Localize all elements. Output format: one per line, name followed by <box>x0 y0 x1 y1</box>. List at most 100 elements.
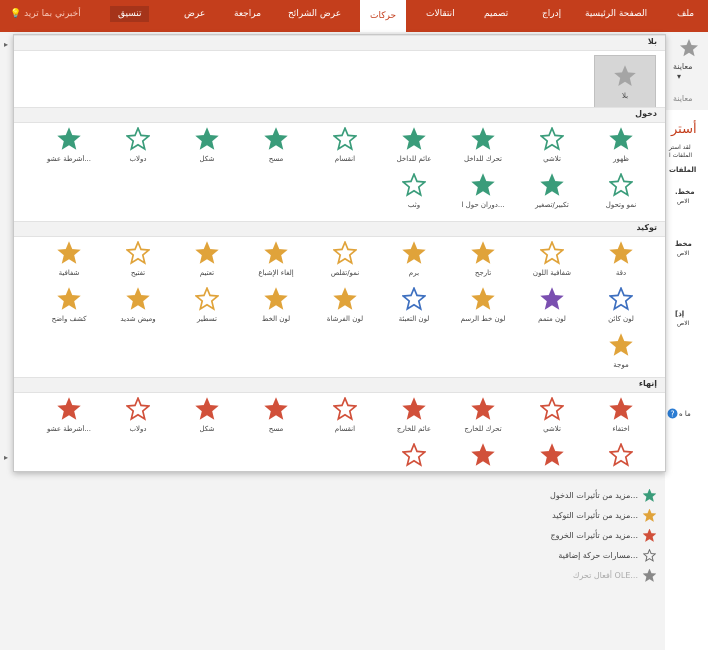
exit-star-icon <box>471 443 495 466</box>
item-label: ظهور <box>613 155 629 163</box>
more-effects-menu-item[interactable]: مزيد من تأثيرات الدخول... <box>480 488 660 506</box>
emphasis-effect-item[interactable]: لون متمم <box>517 281 587 337</box>
tell-me-box[interactable]: 💡 أخبرني بما تريد <box>10 9 81 19</box>
item-label: لون الفرشاة <box>326 315 364 323</box>
preview-star-icon[interactable] <box>679 38 699 58</box>
entrance-effect-item[interactable]: تكبير/تصغير <box>517 167 587 223</box>
item-label: أشرطة عشو... <box>47 425 91 433</box>
entrance-effect-item[interactable]: شكل <box>172 121 242 177</box>
tab-review[interactable]: مراجعة <box>234 9 261 19</box>
more-effects-menu-item[interactable]: أفعال تحرك OLE... <box>480 568 660 586</box>
emphasis-effect-item[interactable]: موجة <box>586 327 656 383</box>
item-label: لون التعبئة <box>398 315 430 323</box>
exit-effect-item[interactable]: انقسام <box>310 391 380 447</box>
emphasis-star-icon <box>57 241 81 264</box>
status-bar <box>560 604 660 614</box>
entrance-star-icon <box>540 173 564 196</box>
animation-gallery: بلا بلا دخول ظهور تلاشي تحرك للداخل عائم لل… <box>13 34 666 472</box>
more-effects-menu-item[interactable]: مسارات حركة إضافية... <box>480 548 660 566</box>
emphasis-effect-item[interactable]: وميض شديد <box>103 281 173 337</box>
item-label: عائم للخارج <box>396 425 432 433</box>
emphasis-effect-item[interactable]: كشف واضح <box>34 281 104 337</box>
entrance-effect-item[interactable]: وثب <box>379 167 449 223</box>
help-icon[interactable]: ? <box>667 408 678 419</box>
item-label: تسطير <box>197 315 217 323</box>
peek-text: الملفات <box>669 166 697 174</box>
exit-star-icon <box>195 397 219 420</box>
entrance-effect-item[interactable]: نمو وتحول <box>586 167 656 223</box>
emphasis-star-icon <box>264 241 288 264</box>
item-label: شكل <box>199 425 215 433</box>
entrance-star-icon <box>402 173 426 197</box>
exit-effect-item[interactable]: شكل <box>172 391 242 447</box>
tab-format[interactable]: تنسيق <box>110 6 150 22</box>
more-effects-menu-item[interactable]: مزيد من تأثيرات الخروج... <box>480 528 660 546</box>
item-label: دولاب <box>129 425 147 433</box>
section-title: دخول <box>635 109 657 118</box>
exit-effect-item[interactable]: وثب <box>379 437 449 471</box>
scroll-arrow[interactable]: ▸ <box>4 40 8 49</box>
item-label: تأرجح <box>474 269 492 277</box>
preview-button-label[interactable]: معاينة <box>673 62 693 71</box>
emphasis-star-icon <box>402 241 426 264</box>
item-label: انقسام <box>334 425 356 433</box>
peek-text: مخط <box>675 240 692 248</box>
exit-star-icon <box>609 443 633 467</box>
tab-home[interactable]: الصفحة الرئيسية <box>585 9 647 19</box>
emphasis-effect-item[interactable]: لون خط الرسم <box>448 281 518 337</box>
emphasis-effect-item[interactable]: لون التعبئة <box>379 281 449 337</box>
entrance-effect-item[interactable]: دوران حول ا... <box>448 167 518 223</box>
entrance-effect-item[interactable]: انقسام <box>310 121 380 177</box>
peek-text: الاص <box>677 250 690 257</box>
exit-effect-item[interactable]: مسح <box>241 391 311 447</box>
item-label: لون خط الرسم <box>460 315 506 323</box>
ribbon-right-strip: معاينة ▾ معاينة أستر لقد استر الملفات ا … <box>665 32 708 650</box>
item-label: تكبير/تصغير <box>517 471 587 472</box>
exit-effect-item[interactable]: تكبير/تصغير <box>517 437 587 472</box>
item-label: برم <box>408 269 420 277</box>
tab-design[interactable]: تصميم <box>484 9 508 19</box>
item-label: دولاب <box>129 155 147 163</box>
emphasis-effect-item[interactable]: لون الخط <box>241 281 311 337</box>
exit-effect-item[interactable]: أشرطة عشو... <box>34 391 104 447</box>
entrance-star-icon <box>609 127 633 150</box>
entrance-effect-item[interactable]: دولاب <box>103 121 173 177</box>
scroll-arrow[interactable]: ▸ <box>4 453 8 462</box>
slide-peek: أستر لقد استر الملفات ا الملفات .مخط الا… <box>665 110 708 650</box>
entrance-star-icon <box>402 127 426 150</box>
emphasis-effect-item[interactable]: تسطير <box>172 281 242 337</box>
tab-insert[interactable]: إدراج <box>542 9 561 19</box>
item-label: أشرطة عشو... <box>47 155 91 163</box>
exit-star-icon <box>57 397 81 420</box>
tab-transitions[interactable]: انتقالات <box>426 9 455 19</box>
ole-gear-icon <box>643 569 656 582</box>
exit-effect-item[interactable]: دوران حول ا... <box>448 437 518 471</box>
item-label: موجة <box>613 361 629 369</box>
section-title: إنهاء <box>638 379 657 388</box>
tab-view[interactable]: عرض <box>184 9 205 19</box>
item-label: وثب <box>407 201 421 209</box>
item-label: شفافية اللون <box>532 269 572 277</box>
item-label: نمو/تقلص <box>330 269 360 277</box>
entrance-effect-item[interactable]: أشرطة عشو... <box>34 121 104 177</box>
emphasis-star-icon <box>333 287 357 310</box>
peek-text: الاص <box>677 198 690 205</box>
emphasis-star-icon <box>540 287 564 310</box>
entrance-effect-item[interactable]: مسح <box>241 121 311 177</box>
exit-star-icon <box>471 397 495 420</box>
exit-effect-item[interactable]: دولاب <box>103 391 173 447</box>
tab-animations[interactable]: حركات <box>360 0 407 32</box>
emphasis-effect-item[interactable]: لون الفرشاة <box>310 281 380 337</box>
item-label: نمو وتحول <box>605 201 637 209</box>
emphasis-star-icon <box>609 287 633 311</box>
more-effects-menu-item[interactable]: مزيد من تأثيرات التوكيد... <box>480 508 660 526</box>
entrance-star-icon <box>540 127 564 151</box>
emphasis-star-icon <box>195 287 219 311</box>
tab-file[interactable]: ملف <box>677 9 694 19</box>
item-label: مسح <box>268 425 284 433</box>
item-label: انقسام <box>334 155 356 163</box>
tab-slideshow[interactable]: عرض الشرائح <box>288 9 341 19</box>
green-star-icon <box>643 489 656 502</box>
exit-effect-item[interactable]: تقليص وتدو... <box>586 437 656 471</box>
item-label: تعتيم <box>199 269 215 277</box>
